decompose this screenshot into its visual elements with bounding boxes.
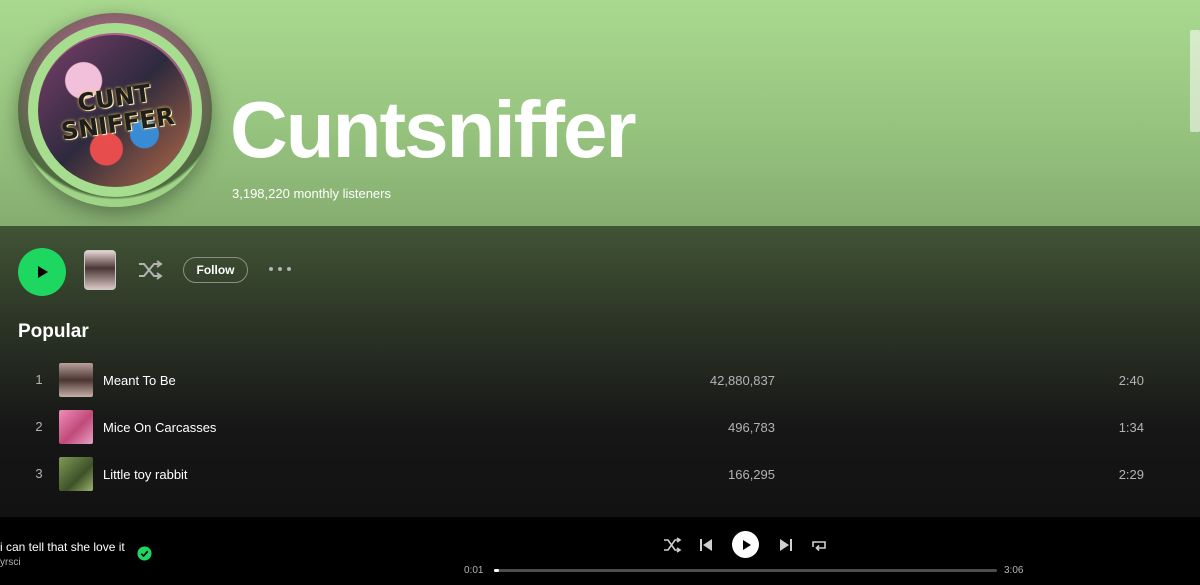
popular-heading: Popular xyxy=(18,321,89,342)
follow-button[interactable]: Follow xyxy=(183,257,248,283)
track-plays: 166,295 xyxy=(728,467,775,482)
previous-icon[interactable] xyxy=(696,535,716,555)
artist-avatar: CUNT SNIFFER xyxy=(18,13,212,207)
play-button[interactable] xyxy=(18,248,66,296)
player-bar: i can tell that she love it yrsci 0:01 3… xyxy=(0,517,1200,585)
track-number: 2 xyxy=(35,419,43,434)
artist-pick-thumbnail[interactable] xyxy=(84,250,116,290)
liked-check-icon[interactable] xyxy=(137,546,152,561)
scrollbar[interactable] xyxy=(1190,30,1200,132)
next-icon[interactable] xyxy=(776,535,796,555)
play-pause-button[interactable] xyxy=(732,531,759,558)
artist-name: Cuntsniffer xyxy=(230,85,637,174)
now-playing-artist[interactable]: yrsci xyxy=(0,557,21,568)
repeat-icon[interactable] xyxy=(809,535,829,555)
more-icon[interactable] xyxy=(266,261,294,277)
track-cover xyxy=(59,457,93,491)
track-title: Meant To Be xyxy=(103,373,176,388)
progress-bar[interactable] xyxy=(494,569,997,572)
popular-tracks-list: 1 Meant To Be 42,880,837 2:40 2 Mice On … xyxy=(18,356,1182,497)
track-duration: 2:29 xyxy=(1118,467,1144,482)
track-title: Little toy rabbit xyxy=(103,467,188,482)
shuffle-icon[interactable] xyxy=(136,258,164,282)
track-number: 3 xyxy=(35,466,43,481)
artist-header: CUNT SNIFFER Cuntsniffer 3,198,220 month… xyxy=(0,0,1200,226)
table-row[interactable]: 2 Mice On Carcasses 496,783 1:34 xyxy=(18,403,1182,450)
track-title: Mice On Carcasses xyxy=(103,420,217,435)
total-time: 3:06 xyxy=(1004,565,1024,576)
track-plays: 42,880,837 xyxy=(709,373,775,388)
current-time: 0:01 xyxy=(464,565,484,576)
track-cover xyxy=(59,363,93,397)
track-duration: 2:40 xyxy=(1118,373,1144,388)
track-duration: 1:34 xyxy=(1118,420,1144,435)
shuffle-icon[interactable] xyxy=(662,535,682,555)
now-playing-title[interactable]: i can tell that she love it xyxy=(0,540,125,554)
artist-content: Follow Popular 1 Meant To Be 42,880,837 … xyxy=(0,226,1200,517)
play-icon xyxy=(38,266,48,278)
track-cover xyxy=(59,410,93,444)
table-row[interactable]: 1 Meant To Be 42,880,837 2:40 xyxy=(18,356,1182,403)
track-number: 1 xyxy=(35,372,43,387)
track-plays: 496,783 xyxy=(728,420,775,435)
monthly-listeners: 3,198,220 monthly listeners xyxy=(232,186,391,201)
play-icon xyxy=(742,539,751,550)
progress-fill xyxy=(494,569,500,572)
table-row[interactable]: 3 Little toy rabbit 166,295 2:29 xyxy=(18,450,1182,497)
